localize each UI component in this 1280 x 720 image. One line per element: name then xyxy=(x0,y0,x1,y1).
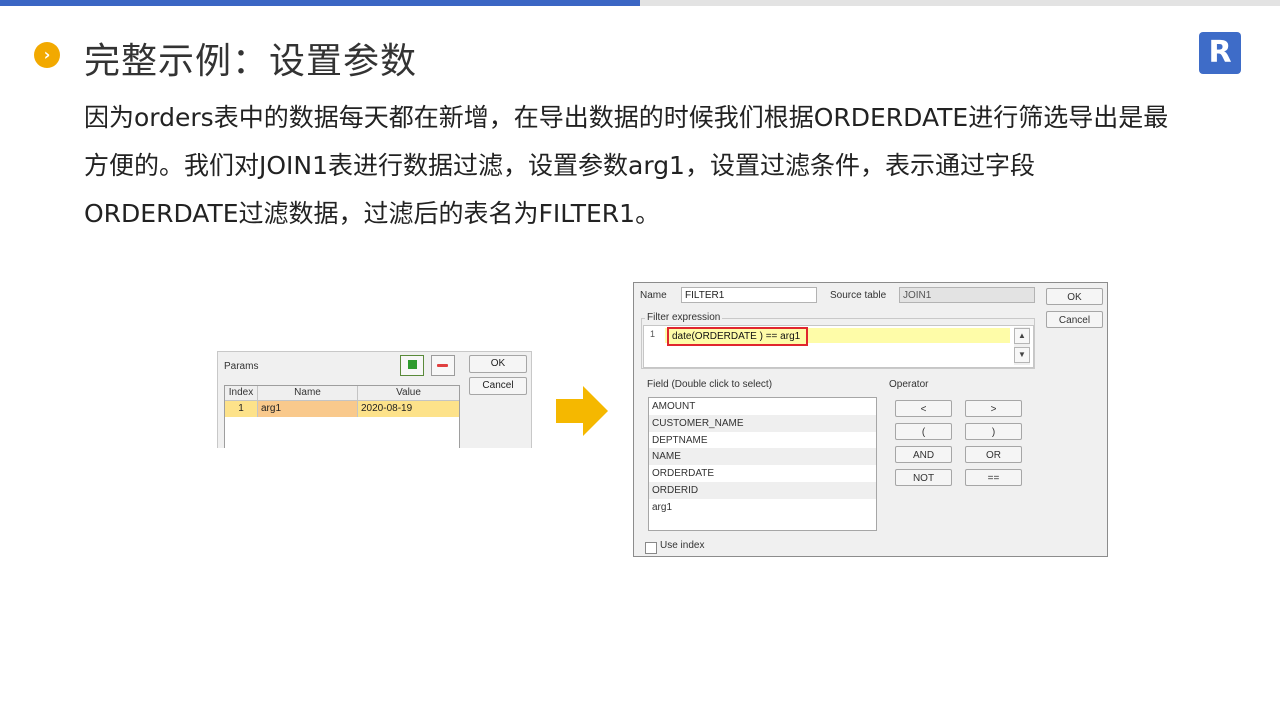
list-item[interactable]: arg1 xyxy=(649,499,876,516)
minus-icon xyxy=(437,364,448,367)
operator-or-button[interactable]: OR xyxy=(965,446,1022,463)
list-item[interactable]: AMOUNT xyxy=(649,398,876,415)
cell-value[interactable]: 2020-08-19 xyxy=(358,401,459,417)
top-accent-bar xyxy=(0,0,640,6)
field-list[interactable]: AMOUNT CUSTOMER_NAME DEPTNAME NAME ORDER… xyxy=(648,397,877,531)
top-gray-bar xyxy=(640,0,1280,6)
use-index-label: Use index xyxy=(660,540,705,551)
operator-open-paren-button[interactable]: ( xyxy=(895,423,952,440)
line-number: 1 xyxy=(650,329,656,339)
description-line: 因为orders表中的数据每天都在新增，在导出数据的时候我们根据ORDERDAT… xyxy=(84,103,1169,132)
list-item[interactable]: NAME xyxy=(649,448,876,465)
operator-less-than-button[interactable]: < xyxy=(895,400,952,417)
name-label: Name xyxy=(640,290,667,301)
list-item[interactable]: ORDERID xyxy=(649,482,876,499)
use-index-checkbox[interactable] xyxy=(645,542,657,554)
params-ok-button[interactable]: OK xyxy=(469,355,527,373)
operator-label: Operator xyxy=(889,379,929,390)
arrow-right-icon xyxy=(556,386,608,436)
source-table-label: Source table xyxy=(830,290,887,301)
description-paragraph: 因为orders表中的数据每天都在新增，在导出数据的时候我们根据ORDERDAT… xyxy=(84,94,1244,238)
filter-expression-label: Filter expression xyxy=(645,312,723,323)
column-header: Name xyxy=(258,386,358,400)
list-item[interactable]: CUSTOMER_NAME xyxy=(649,415,876,432)
cell-index[interactable]: 1 xyxy=(225,401,258,417)
brand-logo: R xyxy=(1199,32,1241,74)
operator-greater-than-button[interactable]: > xyxy=(965,400,1022,417)
editor-scrollbar[interactable]: ▲ ▼ xyxy=(1014,327,1030,365)
params-label: Params xyxy=(224,361,259,372)
name-field[interactable]: FILTER1 xyxy=(681,287,817,303)
operator-not-button[interactable]: NOT xyxy=(895,469,952,486)
remove-param-button[interactable] xyxy=(431,355,455,376)
chevron-right-icon: › xyxy=(34,42,60,68)
operator-equals-button[interactable]: == xyxy=(965,469,1022,486)
chevron-up-icon[interactable]: ▲ xyxy=(1014,328,1030,344)
table-row[interactable]: 1 arg1 2020-08-19 xyxy=(225,401,459,417)
operator-and-button[interactable]: AND xyxy=(895,446,952,463)
logo-letter: R xyxy=(1208,35,1232,70)
expression-editor[interactable]: 1 date(ORDERDATE ) == arg1 ▲ ▼ xyxy=(643,325,1034,368)
filter-dialog: Name FILTER1 Source table JOIN1 OK Cance… xyxy=(633,282,1108,557)
slide-title: 完整示例：设置参数 xyxy=(84,41,418,82)
list-item[interactable]: ORDERDATE xyxy=(649,465,876,482)
ok-button[interactable]: OK xyxy=(1046,288,1103,305)
params-table: Index Name Value 1 arg1 2020-08-19 xyxy=(224,385,460,448)
description-line: 方便的。我们对JOIN1表进行数据过滤，设置参数arg1，设置过滤条件，表示通过… xyxy=(84,151,1035,180)
field-list-label: Field (Double click to select) xyxy=(647,379,773,390)
cancel-button[interactable]: Cancel xyxy=(1046,311,1103,328)
operator-close-paren-button[interactable]: ) xyxy=(965,423,1022,440)
column-header: Index xyxy=(225,386,258,400)
source-table-field: JOIN1 xyxy=(899,287,1035,303)
column-header: Value xyxy=(396,387,421,398)
list-item[interactable]: DEPTNAME xyxy=(649,432,876,449)
plus-icon xyxy=(408,360,417,369)
table-header: Index Name Value xyxy=(225,386,459,401)
cell-name[interactable]: arg1 xyxy=(258,401,358,417)
description-line: ORDERDATE过滤数据，过滤后的表名为FILTER1。 xyxy=(84,199,661,228)
filter-expression-text[interactable]: date(ORDERDATE ) == arg1 xyxy=(667,327,809,346)
chevron-down-icon[interactable]: ▼ xyxy=(1014,347,1030,363)
add-param-button[interactable] xyxy=(400,355,424,376)
params-cancel-button[interactable]: Cancel xyxy=(469,377,527,395)
